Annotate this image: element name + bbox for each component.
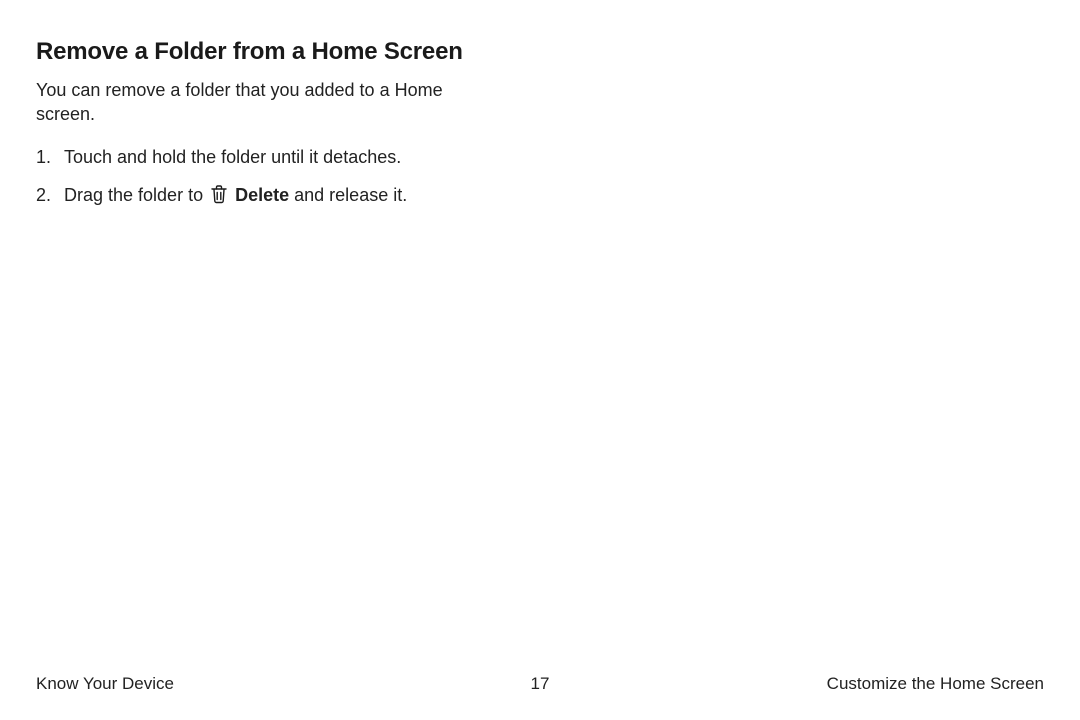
step-2: 2. Drag the folder to Delete and release… [36,183,1044,210]
step-1: 1. Touch and hold the folder until it de… [36,145,1044,169]
step-number: 1. [36,145,64,169]
step-text-before: Drag the folder to [64,185,208,205]
section-heading: Remove a Folder from a Home Screen [36,38,1044,66]
step-list: 1. Touch and hold the folder until it de… [36,145,1044,211]
step-number: 2. [36,183,64,210]
footer-left: Know Your Device [36,674,174,694]
page-footer: Know Your Device 17 Customize the Home S… [36,674,1044,694]
step-text-after: and release it. [289,185,407,205]
footer-right: Customize the Home Screen [827,674,1044,694]
step-text: Touch and hold the folder until it detac… [64,145,1044,169]
page-number: 17 [531,674,550,694]
delete-label: Delete [235,185,289,205]
step-text: Drag the folder to Delete and release it… [64,183,1044,210]
trash-icon [210,184,228,210]
intro-paragraph: You can remove a folder that you added t… [36,78,456,127]
